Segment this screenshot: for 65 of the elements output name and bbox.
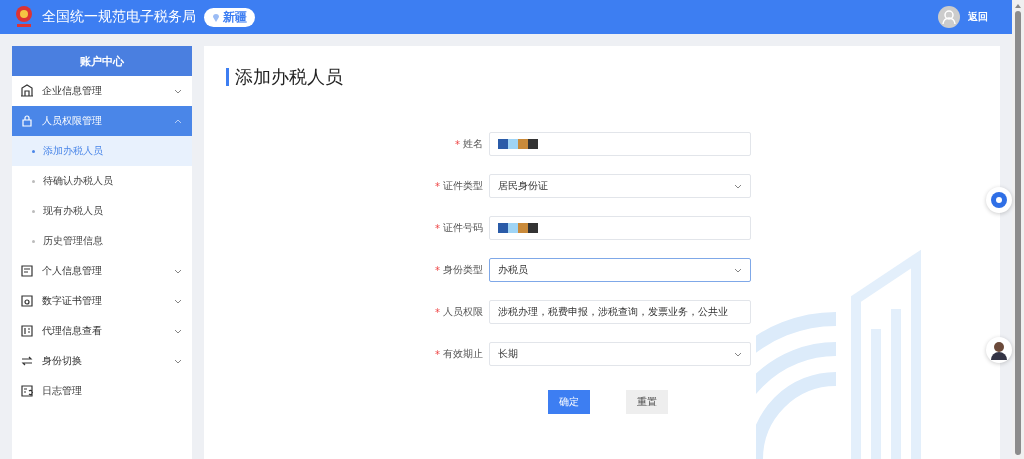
field-label: 人员权限 xyxy=(443,305,483,319)
required-asterisk: * xyxy=(435,306,440,318)
sidebar-item-label: 数字证书管理 xyxy=(42,294,103,308)
certificate-icon xyxy=(20,294,34,308)
location-pin-icon xyxy=(212,12,220,22)
scroll-bar[interactable] xyxy=(1012,0,1024,459)
building-icon xyxy=(20,84,34,98)
user-avatar-icon[interactable] xyxy=(938,6,960,28)
chat-bubble-icon xyxy=(990,191,1008,209)
reset-button[interactable]: 重置 xyxy=(626,390,668,414)
input-field[interactable] xyxy=(489,216,751,240)
region-badge[interactable]: 新疆 xyxy=(204,7,255,27)
field-label: 身份类型 xyxy=(443,263,483,277)
bullet-icon xyxy=(32,209,35,213)
back-link[interactable]: 返回 xyxy=(968,10,988,24)
chevron-down-icon xyxy=(174,328,182,334)
chevron-down-icon xyxy=(734,183,742,189)
required-asterisk: * xyxy=(455,138,460,150)
sidebar-item-label: 身份切换 xyxy=(42,354,83,368)
select-field[interactable]: 办税员 xyxy=(489,258,751,282)
input-field[interactable] xyxy=(489,132,751,156)
input-field[interactable]: 涉税办理，税费申报，涉税查询，发票业务，公共业 xyxy=(489,300,751,324)
confirm-button[interactable]: 确定 xyxy=(548,390,590,414)
sidebar-item-label: 个人信息管理 xyxy=(42,264,103,278)
required-asterisk: * xyxy=(435,348,440,360)
assistant-avatar[interactable] xyxy=(986,337,1012,363)
chevron-down-icon xyxy=(174,298,182,304)
switch-icon xyxy=(20,354,34,368)
emblem-icon xyxy=(14,5,34,29)
bullet-icon xyxy=(32,179,35,183)
field-label: 姓名 xyxy=(463,137,483,151)
field-label: 有效期止 xyxy=(443,347,483,361)
log-icon xyxy=(20,384,34,398)
field-label: 证件类型 xyxy=(443,179,483,193)
required-asterisk: * xyxy=(435,264,440,276)
sidebar-item[interactable]: 人员权限管理 xyxy=(12,106,192,136)
chevron-down-icon xyxy=(734,267,742,273)
chevron-down-icon xyxy=(174,88,182,94)
chevron-down-icon xyxy=(174,358,182,364)
scroll-up-icon xyxy=(1015,4,1021,8)
chat-button[interactable] xyxy=(986,187,1012,213)
chevron-down-icon xyxy=(174,268,182,274)
select-field[interactable]: 长期 xyxy=(489,342,751,366)
chevron-down-icon xyxy=(734,351,742,357)
redacted-value xyxy=(498,223,538,233)
person-silhouette-icon xyxy=(989,340,1009,360)
redacted-value xyxy=(498,139,538,149)
sidebar-item-label: 代理信息查看 xyxy=(42,324,103,338)
document-icon xyxy=(20,324,34,338)
required-asterisk: * xyxy=(435,180,440,192)
site-title: 全国统一规范电子税务局 xyxy=(42,8,196,26)
required-asterisk: * xyxy=(435,222,440,234)
sidebar-item-label: 企业信息管理 xyxy=(42,84,103,98)
chevron-up-icon xyxy=(174,118,182,124)
sidebar-item-label: 人员权限管理 xyxy=(42,114,103,128)
field-label: 证件号码 xyxy=(443,221,483,235)
select-field[interactable]: 居民身份证 xyxy=(489,174,751,198)
sidebar-title: 账户中心 xyxy=(12,46,192,76)
page-title: 添加办税人员 xyxy=(226,68,343,86)
lock-icon xyxy=(20,114,34,128)
card-icon xyxy=(20,264,34,278)
sidebar-item-label: 日志管理 xyxy=(42,384,83,398)
bullet-icon xyxy=(32,149,35,153)
region-name: 新疆 xyxy=(223,8,247,26)
bullet-icon xyxy=(32,239,35,243)
